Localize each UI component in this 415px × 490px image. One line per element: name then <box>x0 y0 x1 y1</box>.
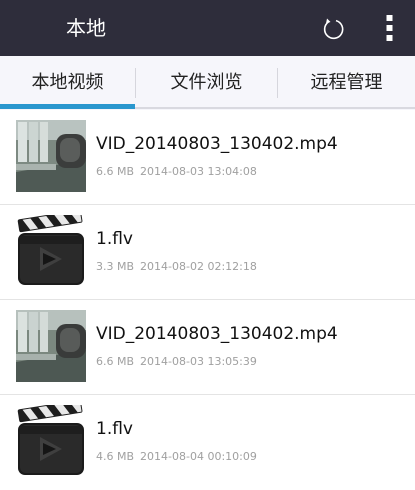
more-options-button[interactable] <box>376 12 404 44</box>
file-name: VID_20140803_130402.mp4 <box>96 324 338 344</box>
refresh-button[interactable] <box>316 12 348 44</box>
tab-remote-manage[interactable]: 远程管理 <box>278 56 415 110</box>
page-title: 本地 <box>66 16 106 40</box>
file-meta: 6.6 MB 2014-08-03 13:04:08 <box>96 165 257 178</box>
file-size: 6.6 MB <box>96 355 135 368</box>
file-size: 3.3 MB <box>96 260 135 273</box>
file-date: 2014-08-03 13:04:08 <box>140 165 257 178</box>
video-frame-thumbnail <box>16 120 86 192</box>
clapperboard-icon <box>17 405 84 475</box>
file-name: 1.flv <box>96 419 133 439</box>
tab-selected-indicator <box>0 104 135 109</box>
file-meta: 3.3 MB 2014-08-02 02:12:18 <box>96 260 257 273</box>
list-item[interactable]: VID_20140803_130402.mp4 6.6 MB 2014-08-03… <box>0 300 415 395</box>
file-size: 6.6 MB <box>96 165 135 178</box>
file-meta: 4.6 MB 2014-08-04 00:10:09 <box>96 450 257 463</box>
file-date: 2014-08-03 13:05:39 <box>140 355 257 368</box>
tab-bar: 本地视频 文件浏览 远程管理 <box>0 56 415 110</box>
video-frame-thumbnail <box>16 310 86 382</box>
file-meta: 6.6 MB 2014-08-03 13:05:39 <box>96 355 257 368</box>
list-item[interactable]: VID_20140803_130402.mp4 6.6 MB 2014-08-03… <box>0 110 415 205</box>
more-vert-icon <box>386 15 393 41</box>
file-size: 4.6 MB <box>96 450 135 463</box>
list-item[interactable]: 1.flv 3.3 MB 2014-08-02 02:12:18 <box>0 205 415 300</box>
refresh-icon <box>323 18 344 40</box>
tab-local-video[interactable]: 本地视频 <box>0 56 135 110</box>
file-name: VID_20140803_130402.mp4 <box>96 134 338 154</box>
file-date: 2014-08-02 02:12:18 <box>140 260 257 273</box>
file-name: 1.flv <box>96 229 133 249</box>
clapperboard-icon <box>17 215 84 285</box>
list-item[interactable]: 1.flv 4.6 MB 2014-08-04 00:10:09 <box>0 395 415 490</box>
file-date: 2014-08-04 00:10:09 <box>140 450 257 463</box>
app-bar: 本地 <box>0 0 415 56</box>
tab-file-browse[interactable]: 文件浏览 <box>136 56 277 110</box>
tab-baseline <box>135 107 415 109</box>
